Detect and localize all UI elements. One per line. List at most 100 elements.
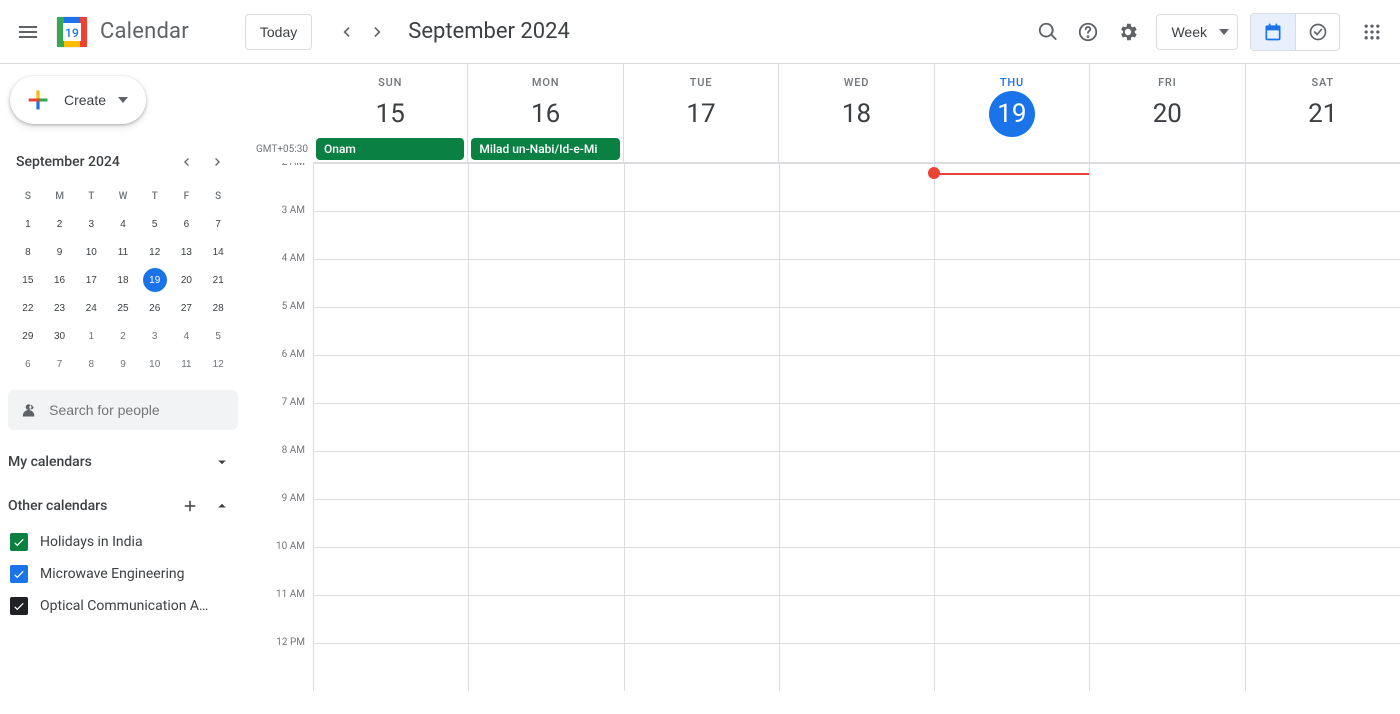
mini-dow: W xyxy=(107,182,139,210)
day-header[interactable]: SAT 21 xyxy=(1245,64,1400,137)
mini-day-button[interactable]: 8 xyxy=(79,352,103,376)
mini-day-button[interactable]: 15 xyxy=(16,268,40,292)
mini-day-button[interactable]: 10 xyxy=(79,240,103,264)
mini-day: 23 xyxy=(44,294,76,322)
allday-cell[interactable]: Onam xyxy=(313,137,467,162)
allday-cell[interactable] xyxy=(934,137,1089,162)
day-column[interactable] xyxy=(934,163,1089,691)
allday-event[interactable]: Milad un-Nabi/Id-e-Mi xyxy=(471,138,619,160)
create-button[interactable]: Create xyxy=(10,76,146,124)
mini-day: 21 xyxy=(202,266,234,294)
calendar-checkbox[interactable] xyxy=(10,533,28,551)
day-column[interactable] xyxy=(468,163,623,691)
mini-day-button[interactable]: 9 xyxy=(111,352,135,376)
mini-prev-month-button[interactable] xyxy=(172,148,200,176)
allday-cell[interactable] xyxy=(1245,137,1400,162)
mini-day-button[interactable]: 17 xyxy=(79,268,103,292)
allday-event[interactable]: Onam xyxy=(316,138,464,160)
day-column[interactable] xyxy=(1089,163,1244,691)
prev-week-button[interactable] xyxy=(330,16,362,48)
mini-day-button[interactable]: 19 xyxy=(143,268,167,292)
next-week-button[interactable] xyxy=(362,16,394,48)
mini-day-button[interactable]: 1 xyxy=(16,212,40,236)
mini-day-button[interactable]: 12 xyxy=(206,352,230,376)
mini-day-button[interactable]: 14 xyxy=(206,240,230,264)
calendar-item[interactable]: Optical Communication A… xyxy=(8,590,238,622)
mini-day-button[interactable]: 13 xyxy=(174,240,198,264)
my-calendars-toggle[interactable] xyxy=(210,450,234,474)
search-people-input[interactable] xyxy=(49,402,226,418)
view-switcher[interactable]: Week xyxy=(1156,14,1238,50)
mini-day-button[interactable]: 10 xyxy=(143,352,167,376)
mini-day-button[interactable]: 11 xyxy=(111,240,135,264)
day-header[interactable]: FRI 20 xyxy=(1089,64,1244,137)
settings-button[interactable] xyxy=(1108,12,1148,52)
mini-day-button[interactable]: 22 xyxy=(16,296,40,320)
calendar-item[interactable]: Microwave Engineering xyxy=(8,558,238,590)
day-header[interactable]: TUE 17 xyxy=(623,64,778,137)
mini-day-button[interactable]: 23 xyxy=(48,296,72,320)
day-header[interactable]: WED 18 xyxy=(778,64,933,137)
mini-day-button[interactable]: 1 xyxy=(79,324,103,348)
mini-day-button[interactable]: 11 xyxy=(174,352,198,376)
calendar-checkbox[interactable] xyxy=(10,565,28,583)
allday-cell[interactable] xyxy=(623,137,778,162)
calendar-icon xyxy=(1263,22,1283,42)
mini-day-button[interactable]: 3 xyxy=(79,212,103,236)
mini-day-button[interactable]: 25 xyxy=(111,296,135,320)
mini-day-button[interactable]: 2 xyxy=(48,212,72,236)
search-button[interactable] xyxy=(1028,12,1068,52)
mini-day-button[interactable]: 7 xyxy=(206,212,230,236)
mini-day-button[interactable]: 30 xyxy=(48,324,72,348)
mini-day-button[interactable]: 27 xyxy=(174,296,198,320)
allday-cell[interactable]: Milad un-Nabi/Id-e-Mi xyxy=(467,137,622,162)
mini-day-button[interactable]: 26 xyxy=(143,296,167,320)
mini-day-button[interactable]: 24 xyxy=(79,296,103,320)
allday-cell[interactable] xyxy=(1089,137,1244,162)
hour-label: 2 AM xyxy=(256,163,313,205)
day-header[interactable]: THU 19 xyxy=(934,64,1089,137)
mini-day-button[interactable]: 21 xyxy=(206,268,230,292)
day-column[interactable] xyxy=(624,163,779,691)
time-grid[interactable]: 2 AM3 AM4 AM5 AM6 AM7 AM8 AM9 AM10 AM11 … xyxy=(256,163,1400,714)
calendar-item[interactable]: Holidays in India xyxy=(8,526,238,558)
mini-day-button[interactable]: 9 xyxy=(48,240,72,264)
mini-day-button[interactable]: 5 xyxy=(206,324,230,348)
day-column[interactable] xyxy=(779,163,934,691)
support-button[interactable] xyxy=(1068,12,1108,52)
mini-day-button[interactable]: 8 xyxy=(16,240,40,264)
other-calendars-toggle[interactable] xyxy=(210,494,234,518)
calendar-view-button[interactable] xyxy=(1251,14,1295,50)
day-column[interactable] xyxy=(313,163,468,691)
add-calendar-button[interactable] xyxy=(178,494,202,518)
today-button[interactable]: Today xyxy=(245,14,312,50)
search-people[interactable] xyxy=(8,390,238,430)
mini-day: 27 xyxy=(171,294,203,322)
mini-day-button[interactable]: 6 xyxy=(174,212,198,236)
mini-day-button[interactable]: 7 xyxy=(48,352,72,376)
day-header[interactable]: MON 16 xyxy=(467,64,622,137)
people-icon xyxy=(20,400,37,420)
allday-cell[interactable] xyxy=(778,137,933,162)
mini-day-button[interactable]: 12 xyxy=(143,240,167,264)
caret-down-icon xyxy=(1219,29,1229,35)
mini-day-button[interactable]: 28 xyxy=(206,296,230,320)
day-column[interactable] xyxy=(1245,163,1400,691)
mini-day-button[interactable]: 18 xyxy=(111,268,135,292)
mini-day-button[interactable]: 4 xyxy=(111,212,135,236)
mini-day-button[interactable]: 5 xyxy=(143,212,167,236)
mini-day-button[interactable]: 4 xyxy=(174,324,198,348)
tasks-view-button[interactable] xyxy=(1295,14,1339,50)
main-menu-button[interactable] xyxy=(8,12,48,52)
mini-day-button[interactable]: 16 xyxy=(48,268,72,292)
mini-day-button[interactable]: 3 xyxy=(143,324,167,348)
mini-day-button[interactable]: 6 xyxy=(16,352,40,376)
google-apps-button[interactable] xyxy=(1352,12,1392,52)
mini-next-month-button[interactable] xyxy=(204,148,232,176)
hour-label: 10 AM xyxy=(256,541,313,589)
mini-day-button[interactable]: 29 xyxy=(16,324,40,348)
mini-day-button[interactable]: 2 xyxy=(111,324,135,348)
calendar-checkbox[interactable] xyxy=(10,597,28,615)
day-header[interactable]: SUN 15 xyxy=(313,64,467,137)
mini-day-button[interactable]: 20 xyxy=(174,268,198,292)
